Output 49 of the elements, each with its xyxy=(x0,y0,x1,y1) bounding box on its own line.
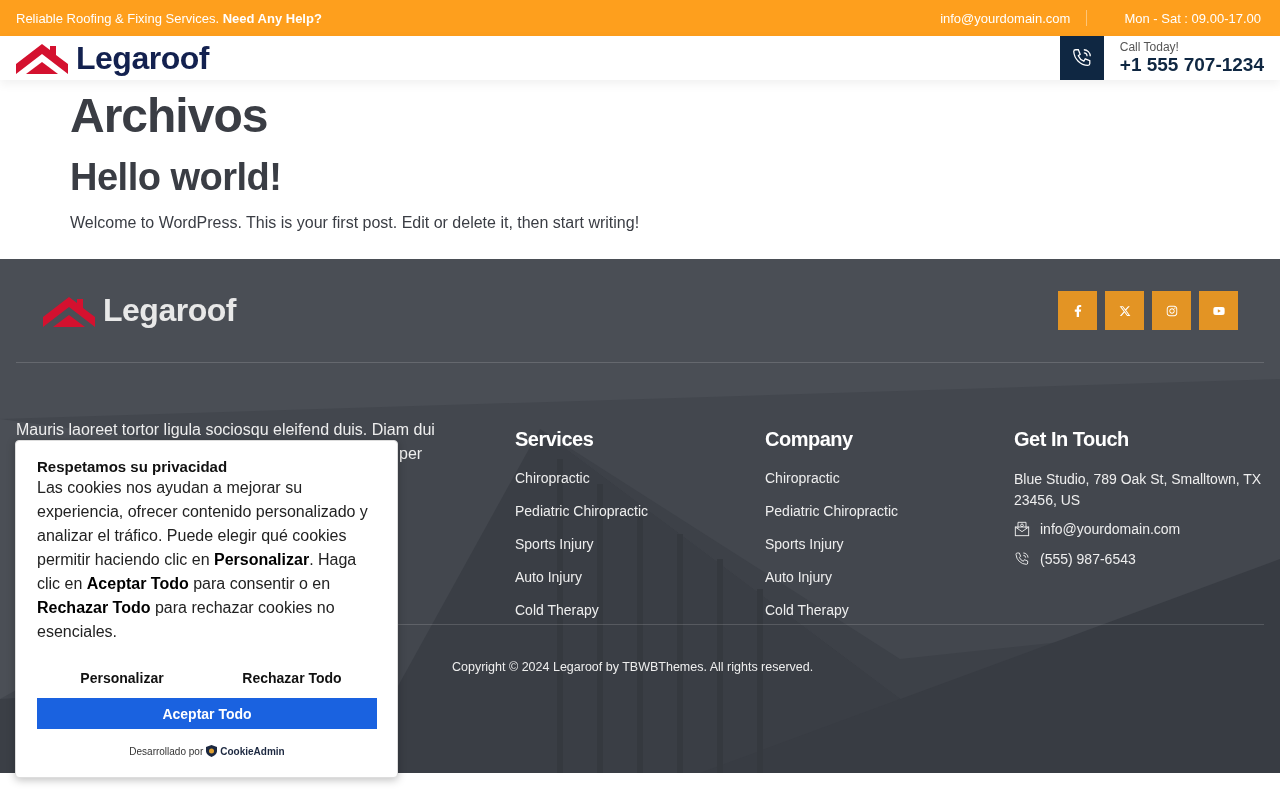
x-icon xyxy=(1118,304,1131,317)
shield-icon xyxy=(206,745,218,757)
powered-by-text: Desarrollado por xyxy=(129,745,204,757)
column-heading: Get In Touch xyxy=(1014,427,1130,451)
footer-link[interactable]: Sports Injury xyxy=(765,535,844,554)
about-text: Mauris laoreet tortor ligula sociosqu eleifend duis. Diam dui xyxy=(16,420,436,440)
logo-text[interactable]: Legaroof xyxy=(76,39,209,77)
about-text: per xyxy=(399,444,423,464)
page-title: Archivos xyxy=(70,88,269,144)
x-link[interactable] xyxy=(1105,291,1144,330)
email-text: info@yourdomain.com xyxy=(940,10,1071,26)
footer-link[interactable]: Cold Therapy xyxy=(515,601,599,620)
footer-link[interactable]: Chiropractic xyxy=(515,469,590,488)
hours-text: Mon - Sat : 09.00-17.00 xyxy=(1124,10,1261,26)
footer-link[interactable]: Sports Injury xyxy=(515,535,594,554)
mail-icon xyxy=(1014,521,1030,537)
copyright-text: Copyright © 2024 Legaroof by TBWBThemes. All rights reserved. xyxy=(452,660,814,674)
house-logo-icon xyxy=(43,294,95,327)
post-title[interactable]: Hello world! xyxy=(70,154,1210,200)
footer-logo-text[interactable]: Legaroof xyxy=(103,292,236,329)
column-heading: Company xyxy=(765,427,854,451)
footer-link[interactable]: Pediatric Chiropractic xyxy=(515,502,649,521)
youtube-icon xyxy=(1212,304,1225,317)
contact-email[interactable]: info@yourdomain.com xyxy=(1040,521,1181,537)
brand-text[interactable]: CookieAdmin xyxy=(220,745,285,757)
call-number: +1 555 707-1234 xyxy=(1119,54,1264,76)
post-excerpt: Welcome to WordPress. This is your first post. Edit or delete it, then start writing! xyxy=(70,214,641,232)
accept-all-button[interactable]: Aceptar Todo xyxy=(37,698,377,729)
contact-phone[interactable]: (555) 987-6543 xyxy=(1040,551,1136,567)
cookie-title: Respetamos su privacidad xyxy=(37,458,229,476)
footer-link[interactable]: Cold Therapy xyxy=(765,601,849,620)
footer-link[interactable]: Chiropractic xyxy=(765,469,840,488)
customize-button[interactable]: Personalizar xyxy=(37,664,207,692)
facebook-link[interactable] xyxy=(1058,291,1097,330)
footer-link[interactable]: Auto Injury xyxy=(515,568,582,587)
house-logo-icon xyxy=(16,42,68,74)
youtube-link[interactable] xyxy=(1199,291,1238,330)
cookie-text: Las cookies nos ayudan a mejorar su experiencia, ofrecer contenido personalizado y analizar el tráfico. Puede elegir qué cookies permitir haciendo clic en Personalizar. Haga clic en Aceptar Todo para consentir o en Rechazar Todo para rechazar cookies no esenciales. xyxy=(37,478,369,642)
address-text: Blue Studio, 789 Oak St, Smalltown, TX 23456, US xyxy=(1014,470,1263,510)
call-label: Call Today! xyxy=(1119,40,1180,54)
phone-icon xyxy=(1014,551,1030,567)
phone-icon xyxy=(1070,47,1093,69)
instagram-icon xyxy=(1165,304,1178,317)
column-heading: Services xyxy=(515,427,595,451)
footer-link[interactable]: Auto Injury xyxy=(765,568,832,587)
instagram-link[interactable] xyxy=(1152,291,1191,330)
reject-all-button[interactable]: Rechazar Todo xyxy=(207,664,377,692)
footer-link[interactable]: Pediatric Chiropractic xyxy=(765,502,899,521)
tagline: Reliable Roofing & Fixing Services. Need Any Help? xyxy=(16,10,323,26)
